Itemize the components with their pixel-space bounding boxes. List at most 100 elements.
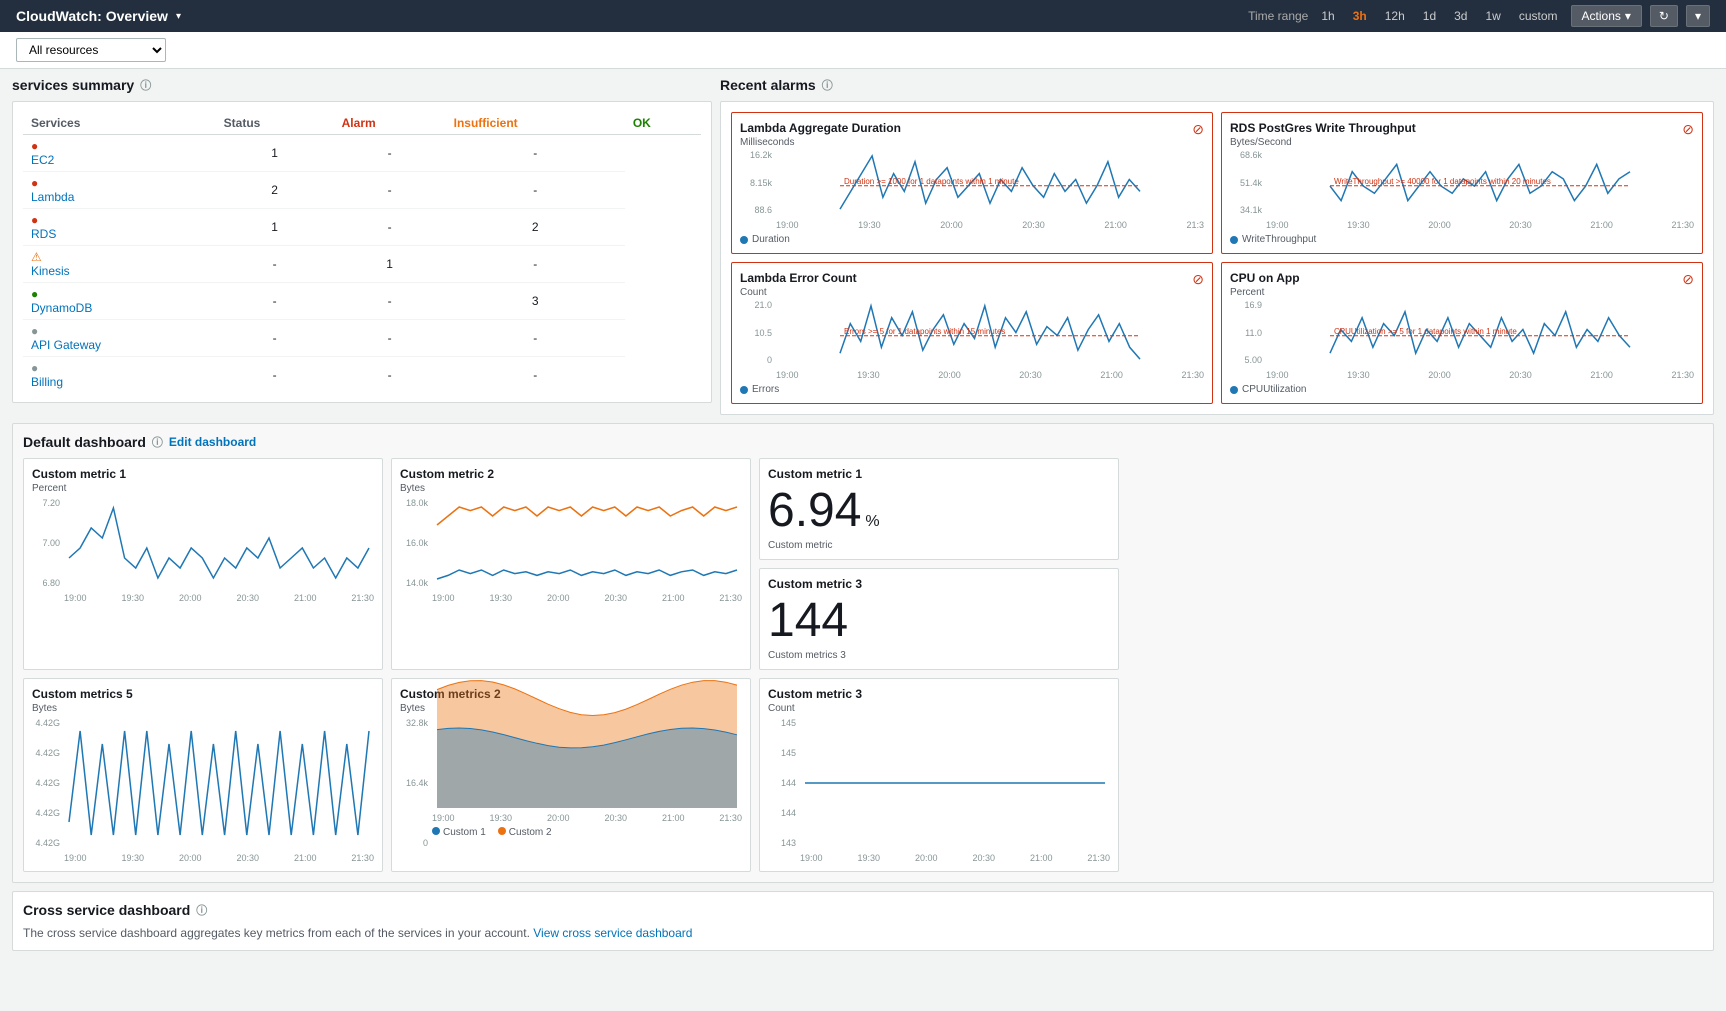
metric-unit: Bytes [400, 483, 742, 494]
y-label: 16.2k [740, 150, 772, 160]
service-link[interactable]: Billing [31, 375, 208, 389]
metric-title: Custom metric 3 [768, 687, 1110, 701]
metric-dual-chart-svg [432, 498, 742, 588]
metric-unit: Count [768, 703, 1110, 714]
time-1w-button[interactable]: 1w [1480, 7, 1505, 25]
y-label: 16.9 [1230, 300, 1262, 310]
metric-title: Custom metric 3 [768, 577, 1110, 591]
status-icon-red: ● [31, 139, 38, 153]
ok-count: - [446, 246, 625, 283]
services-summary-info-icon[interactable]: ⓘ [140, 77, 151, 93]
sub-header: All resources [0, 32, 1726, 69]
legend-label: WriteThroughput [1242, 234, 1316, 245]
alarms-section: ⊘ Lambda Aggregate Duration Milliseconds… [720, 101, 1714, 415]
metric-card-6: Custom metrics 2 Bytes 32.8k16.4k0 19:00… [391, 678, 751, 872]
top-layout: services summary ⓘ Services Status Alarm [12, 77, 1714, 415]
table-row: ● RDS 1 - 2 [23, 209, 701, 246]
x-axis-labels: 19:0019:3020:0020:3021:0021:30 [776, 370, 1204, 380]
service-link[interactable]: Kinesis [31, 264, 208, 278]
service-link[interactable]: RDS [31, 227, 208, 241]
metric-title: Custom metric 1 [768, 467, 1110, 481]
alarm-title: Lambda Aggregate Duration [740, 121, 1204, 135]
table-row: ⚠ Kinesis - 1 - [23, 246, 701, 283]
service-link[interactable]: Lambda [31, 190, 208, 204]
ok-count: 2 [446, 209, 625, 246]
table-row: ● DynamoDB - - 3 [23, 283, 701, 320]
insufficient-count: - [334, 209, 446, 246]
service-link[interactable]: DynamoDB [31, 301, 208, 315]
alarm-legend: Errors [740, 384, 1204, 395]
service-link[interactable]: API Gateway [31, 338, 208, 352]
time-12h-button[interactable]: 12h [1380, 7, 1410, 25]
actions-chevron-icon: ▾ [1625, 9, 1631, 23]
empty-col-2 [1127, 678, 1703, 872]
y-label: 10.5 [740, 328, 772, 338]
service-link[interactable]: EC2 [31, 153, 208, 167]
dashboard-grid-row1: Custom metric 1 Percent 7.207.006.80 19:… [23, 458, 1703, 670]
y-label: 5.00 [1230, 355, 1262, 365]
time-custom-button[interactable]: custom [1514, 7, 1563, 25]
alarm-unit: Bytes/Second [1230, 137, 1694, 148]
services-table: Services Status Alarm Insufficient OK ● … [23, 112, 701, 392]
alarm-chart-svg: CPUUtilization >= 5 for 1 datapoints wit… [1266, 300, 1694, 365]
edit-dashboard-link[interactable]: Edit dashboard [169, 435, 256, 449]
empty-col [1127, 458, 1703, 670]
alarm-error-icon: ⊘ [1682, 121, 1694, 138]
cross-service-title: Cross service dashboard ⓘ [23, 902, 1703, 918]
alarm-unit: Count [740, 287, 1204, 298]
metric-title: Custom metrics 5 [32, 687, 374, 701]
metric-card-2: Custom metric 2 Bytes 18.0k16.0k14.0k 19… [391, 458, 751, 670]
alarms-right: Recent alarms ⓘ ⊘ Lambda Aggregate Durat… [720, 77, 1714, 415]
big-number: 144 [768, 593, 848, 648]
metric-title: Custom metric 2 [400, 467, 742, 481]
insufficient-count: - [334, 135, 446, 172]
dashboard-info-icon[interactable]: ⓘ [152, 434, 163, 450]
y-label: 68.6k [1230, 150, 1262, 160]
insufficient-count: - [334, 172, 446, 209]
cross-service-link[interactable]: View cross service dashboard [533, 926, 692, 940]
legend-dot [740, 236, 748, 244]
cross-service-info-icon[interactable]: ⓘ [196, 902, 207, 918]
x-axis-labels: 19:0019:3020:0020:3021:0021:30 [1266, 220, 1694, 230]
alarm-count: 1 [216, 135, 334, 172]
settings-button[interactable]: ▾ [1686, 5, 1710, 27]
services-summary-title: services summary ⓘ [12, 77, 712, 93]
big-number-unit: % [865, 513, 879, 531]
x-axis-labels: 19:0019:3020:0020:3021:0021:30 [800, 853, 1110, 863]
metric-chart-svg [800, 718, 1110, 848]
recent-alarms-title: Recent alarms ⓘ [720, 77, 1714, 93]
insufficient-count: - [334, 320, 446, 357]
services-table-container[interactable]: Services Status Alarm Insufficient OK ● … [23, 112, 701, 392]
big-number-col: Custom metric 1 6.94 % Custom metric Cus… [759, 458, 1119, 670]
big-number-wrapper: 144 [768, 593, 1110, 648]
x-axis-labels: 19:0019:3020:0020:3021:0021:3 [776, 220, 1204, 230]
alarms-grid: ⊘ Lambda Aggregate Duration Milliseconds… [731, 112, 1703, 404]
actions-button[interactable]: Actions ▾ [1571, 5, 1642, 27]
x-axis-labels: 19:0019:3020:0020:3021:0021:30 [432, 593, 742, 603]
metric-area-chart-svg [432, 718, 742, 808]
alarm-card-lambda-errors: ⊘ Lambda Error Count Count 21.010.50 Err… [731, 262, 1213, 404]
alarm-title: Lambda Error Count [740, 271, 1204, 285]
legend-dot-1 [432, 827, 440, 835]
resource-select[interactable]: All resources [16, 38, 166, 62]
ok-col-header: OK [625, 112, 701, 135]
metric-title: Custom metric 1 [32, 467, 374, 481]
x-axis-labels: 19:0019:3020:0020:3021:0021:30 [64, 593, 374, 603]
alarm-count: - [216, 357, 334, 393]
recent-alarms-info-icon[interactable]: ⓘ [822, 77, 833, 93]
threshold-text: Duration >= 1000 for 1 datapoints within… [844, 177, 1019, 186]
legend-label: Duration [752, 234, 790, 245]
time-3d-button[interactable]: 3d [1449, 7, 1472, 25]
title-dropdown-icon[interactable]: ▾ [176, 11, 181, 22]
time-1h-button[interactable]: 1h [1316, 7, 1339, 25]
alarm-legend: CPUUtilization [1230, 384, 1694, 395]
time-1d-button[interactable]: 1d [1418, 7, 1441, 25]
threshold-text: Errors >= 5 for 1 datapoints within 15 m… [844, 327, 1005, 336]
dashboard-grid-row2: Custom metrics 5 Bytes 4.42G4.42G4.42G4.… [23, 678, 1703, 872]
time-3h-button[interactable]: 3h [1348, 7, 1372, 25]
alarm-count: 2 [216, 172, 334, 209]
alarm-unit: Milliseconds [740, 137, 1204, 148]
metric-card-big-1: Custom metric 1 6.94 % Custom metric [759, 458, 1119, 560]
refresh-button[interactable]: ↻ [1650, 5, 1678, 27]
services-col-header: Services [23, 112, 216, 135]
